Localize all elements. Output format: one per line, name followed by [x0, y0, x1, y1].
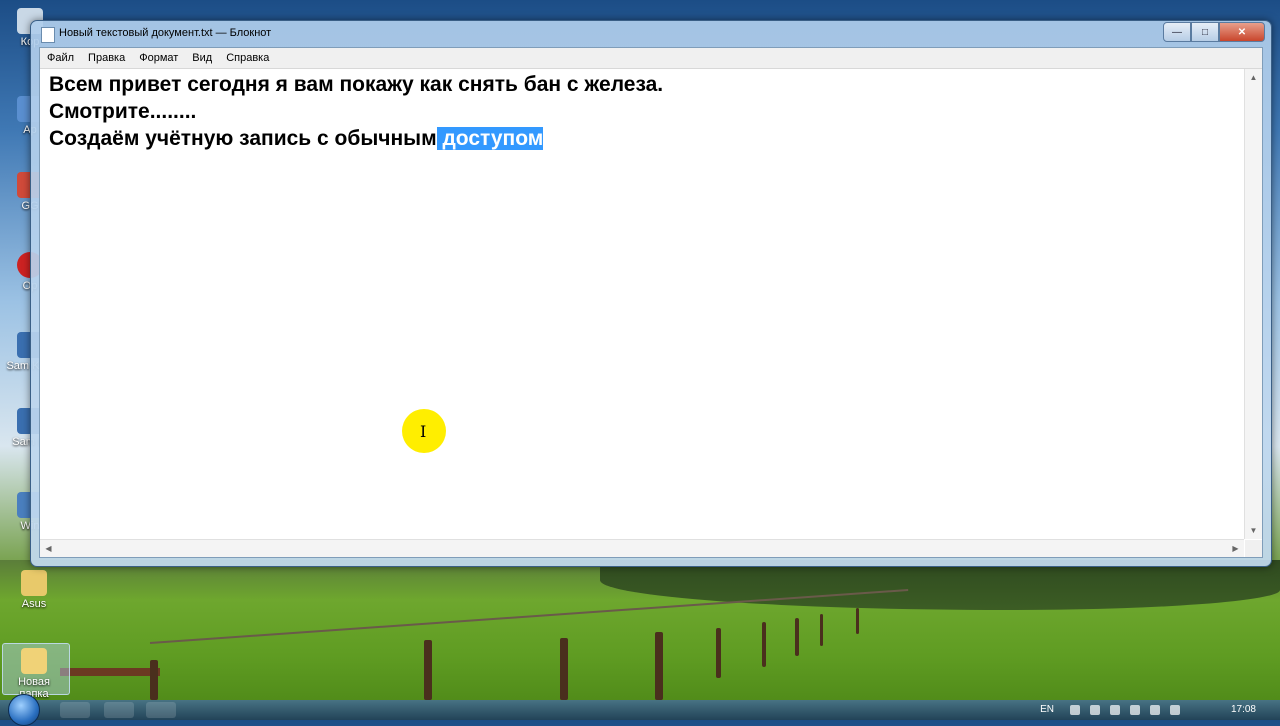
notepad-icon — [41, 27, 55, 43]
title-bar[interactable]: Новый текстовый документ.txt — Блокнот —… — [31, 21, 1271, 47]
wallpaper-fence-post — [560, 638, 568, 700]
language-indicator[interactable]: EN — [1040, 704, 1054, 715]
scroll-up-icon[interactable]: ▲ — [1245, 69, 1262, 86]
folder-icon — [21, 648, 47, 674]
tray-icon[interactable] — [1090, 705, 1100, 715]
scroll-left-icon[interactable]: ◀ — [40, 540, 57, 557]
text-line-3-plain: Создаём учётную запись с обычным — [49, 127, 437, 150]
taskbar: EN 17:08 — [0, 694, 1280, 726]
menu-file[interactable]: Файл — [40, 52, 81, 64]
horizontal-scrollbar[interactable]: ◀ ▶ — [40, 539, 1244, 557]
wallpaper-fence-post — [856, 608, 859, 634]
wallpaper-fence-rail — [60, 668, 160, 676]
taskbar-app-button[interactable] — [104, 702, 134, 718]
start-button[interactable] — [8, 694, 40, 726]
tray-icon[interactable] — [1170, 705, 1180, 715]
wallpaper-fence-post — [716, 628, 721, 678]
clock[interactable]: 17:08 — [1231, 704, 1256, 715]
text-line-1: Всем привет сегодня я вам покажу как сня… — [49, 73, 664, 96]
menu-bar: Файл Правка Формат Вид Справка — [40, 48, 1262, 69]
wallpaper-fence-post — [424, 640, 432, 700]
tray-icon[interactable] — [1110, 705, 1120, 715]
wallpaper-fence-post — [820, 614, 823, 646]
menu-format[interactable]: Формат — [132, 52, 185, 64]
scroll-right-icon[interactable]: ▶ — [1227, 540, 1244, 557]
folder-icon — [21, 570, 47, 596]
menu-edit[interactable]: Правка — [81, 52, 132, 64]
caption-buttons: — □ ✕ — [1163, 22, 1265, 42]
desktop-icon-asus[interactable]: Asus — [4, 570, 64, 610]
wallpaper-fence-post — [655, 632, 663, 700]
menu-help[interactable]: Справка — [219, 52, 276, 64]
window-title: Новый текстовый документ.txt — Блокнот — [59, 27, 272, 39]
tray-icon[interactable] — [1130, 705, 1140, 715]
notepad-window[interactable]: Новый текстовый документ.txt — Блокнот —… — [30, 20, 1272, 567]
vertical-scrollbar[interactable]: ▲ ▼ — [1244, 69, 1262, 539]
text-line-2: Смотрите........ — [49, 100, 197, 123]
desktop-icon-new-folder[interactable]: Новая папка — [4, 648, 64, 700]
size-grip[interactable] — [1245, 540, 1262, 557]
taskbar-explorer-button[interactable] — [60, 702, 90, 718]
scroll-down-icon[interactable]: ▼ — [1245, 522, 1262, 539]
taskbar-notepad-button[interactable] — [146, 702, 176, 718]
close-button[interactable]: ✕ — [1219, 22, 1265, 42]
notepad-client: Файл Правка Формат Вид Справка Всем прив… — [39, 47, 1263, 558]
maximize-button[interactable]: □ — [1191, 22, 1219, 42]
wallpaper-fence-post — [150, 660, 158, 700]
network-icon[interactable] — [1070, 705, 1080, 715]
wallpaper-fence-post — [762, 622, 766, 667]
text-editor[interactable]: Всем привет сегодня я вам покажу как сня… — [40, 69, 1244, 539]
selected-text: доступом — [436, 127, 544, 150]
volume-icon[interactable] — [1150, 705, 1160, 715]
desktop-icon-label: Asus — [21, 598, 47, 610]
minimize-button[interactable]: — — [1163, 22, 1191, 42]
wallpaper-fence-post — [795, 618, 799, 656]
ibeam-cursor-icon: I — [420, 422, 427, 441]
menu-view[interactable]: Вид — [185, 52, 219, 64]
text-line-3: Создаём учётную запись с обычным доступо… — [49, 127, 544, 151]
